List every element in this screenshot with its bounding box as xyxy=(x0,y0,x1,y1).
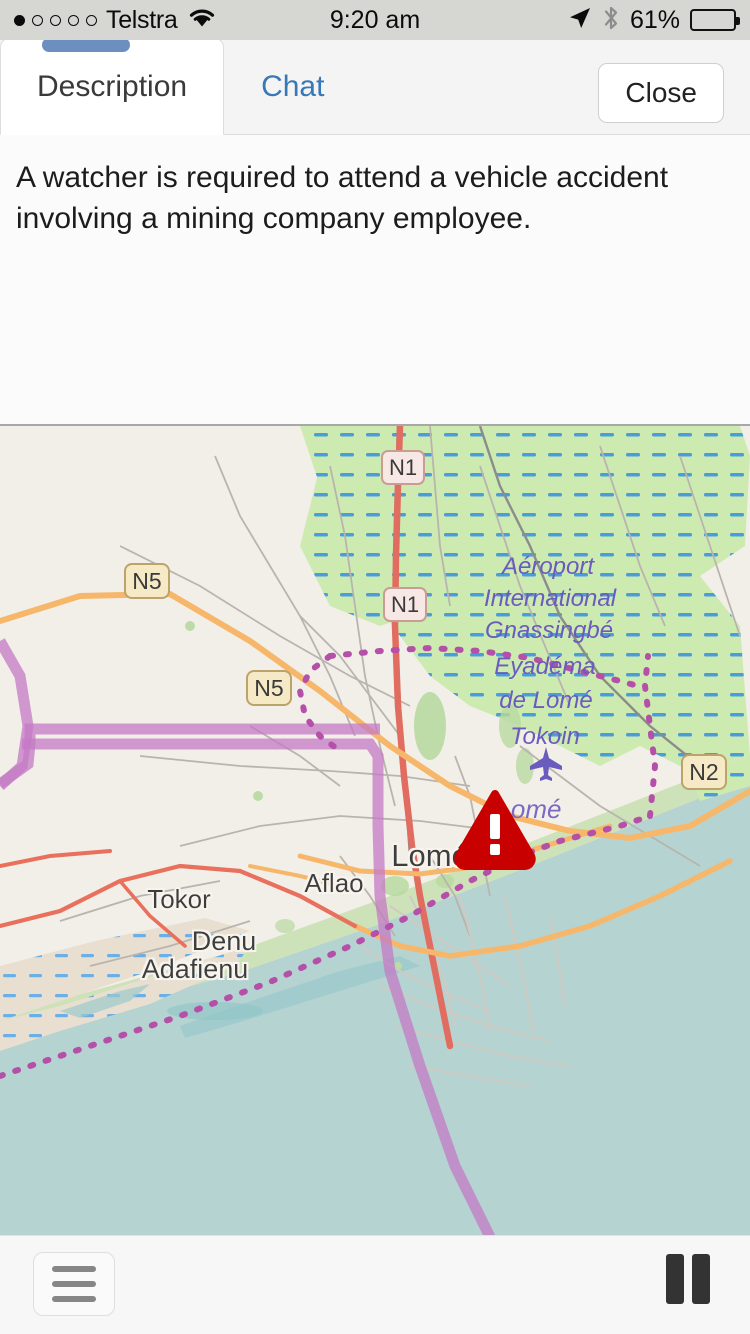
menu-line-3 xyxy=(52,1296,96,1302)
svg-text:N5: N5 xyxy=(254,675,283,701)
signal-dot-1 xyxy=(14,14,25,26)
status-bar-right: 61% xyxy=(568,5,740,36)
map-canvas: Aéroport International Gnassingbé Eyadém… xyxy=(0,426,750,1235)
hamburger-menu-icon[interactable] xyxy=(33,1252,115,1316)
status-bar-left: Telstra xyxy=(14,6,217,35)
tab-description[interactable]: Description xyxy=(0,38,225,135)
map-label-denu: Denu xyxy=(192,926,257,956)
recording-indicator-bar xyxy=(42,38,130,52)
road-shield-n1-top: N1 xyxy=(381,450,425,485)
road-shield-n5-upper: N5 xyxy=(124,563,170,599)
svg-text:N5: N5 xyxy=(132,568,161,594)
bluetooth-icon xyxy=(602,5,620,36)
signal-dot-2 xyxy=(32,14,43,26)
signal-dot-3 xyxy=(50,14,61,26)
map-label-tokor: Tokor xyxy=(147,884,211,914)
signal-dot-5 xyxy=(86,14,97,26)
svg-text:N2: N2 xyxy=(689,759,718,785)
tab-bar: Description Chat Close xyxy=(0,38,750,135)
description-text: A watcher is required to attend a vehicl… xyxy=(16,161,669,236)
road-shield-n5-lower: N5 xyxy=(246,670,292,706)
map-view[interactable]: Aéroport International Gnassingbé Eyadém… xyxy=(0,424,750,1235)
status-bar: Telstra 9:20 am 61% xyxy=(0,0,750,40)
svg-text:N1: N1 xyxy=(391,592,419,617)
road-shield-n2: N2 xyxy=(681,754,727,790)
carrier-name: Telstra xyxy=(106,5,178,34)
bottom-toolbar xyxy=(0,1235,750,1334)
pause-bar-2 xyxy=(692,1254,710,1304)
location-arrow-icon xyxy=(568,6,592,35)
svg-text:International: International xyxy=(484,585,617,612)
wifi-icon xyxy=(187,6,217,35)
description-panel: A watcher is required to attend a vehicl… xyxy=(0,135,750,424)
signal-dot-4 xyxy=(68,14,79,26)
svg-text:de Lomé: de Lomé xyxy=(499,687,592,714)
svg-text:Aéroport: Aéroport xyxy=(500,553,595,580)
svg-text:Gnassingbé: Gnassingbé xyxy=(485,617,613,644)
map-label-adafienu: Adafienu xyxy=(142,954,249,984)
app-screen: Telstra 9:20 am 61% Description Chat Clo… xyxy=(0,0,750,1334)
svg-text:N1: N1 xyxy=(389,455,417,480)
menu-line-1 xyxy=(52,1266,96,1272)
svg-text:Eyadéma: Eyadéma xyxy=(494,653,595,680)
road-shield-n1-mid: N1 xyxy=(383,587,427,622)
pause-icon[interactable] xyxy=(666,1254,712,1304)
menu-line-2 xyxy=(52,1281,96,1287)
tab-chat[interactable]: Chat xyxy=(224,39,361,134)
battery-icon xyxy=(690,9,740,31)
pause-bar-1 xyxy=(666,1254,684,1304)
map-label-aflao: Aflao xyxy=(304,868,363,898)
signal-strength-dots xyxy=(14,14,97,26)
battery-percent: 61% xyxy=(629,5,680,34)
close-button[interactable]: Close xyxy=(598,63,724,123)
